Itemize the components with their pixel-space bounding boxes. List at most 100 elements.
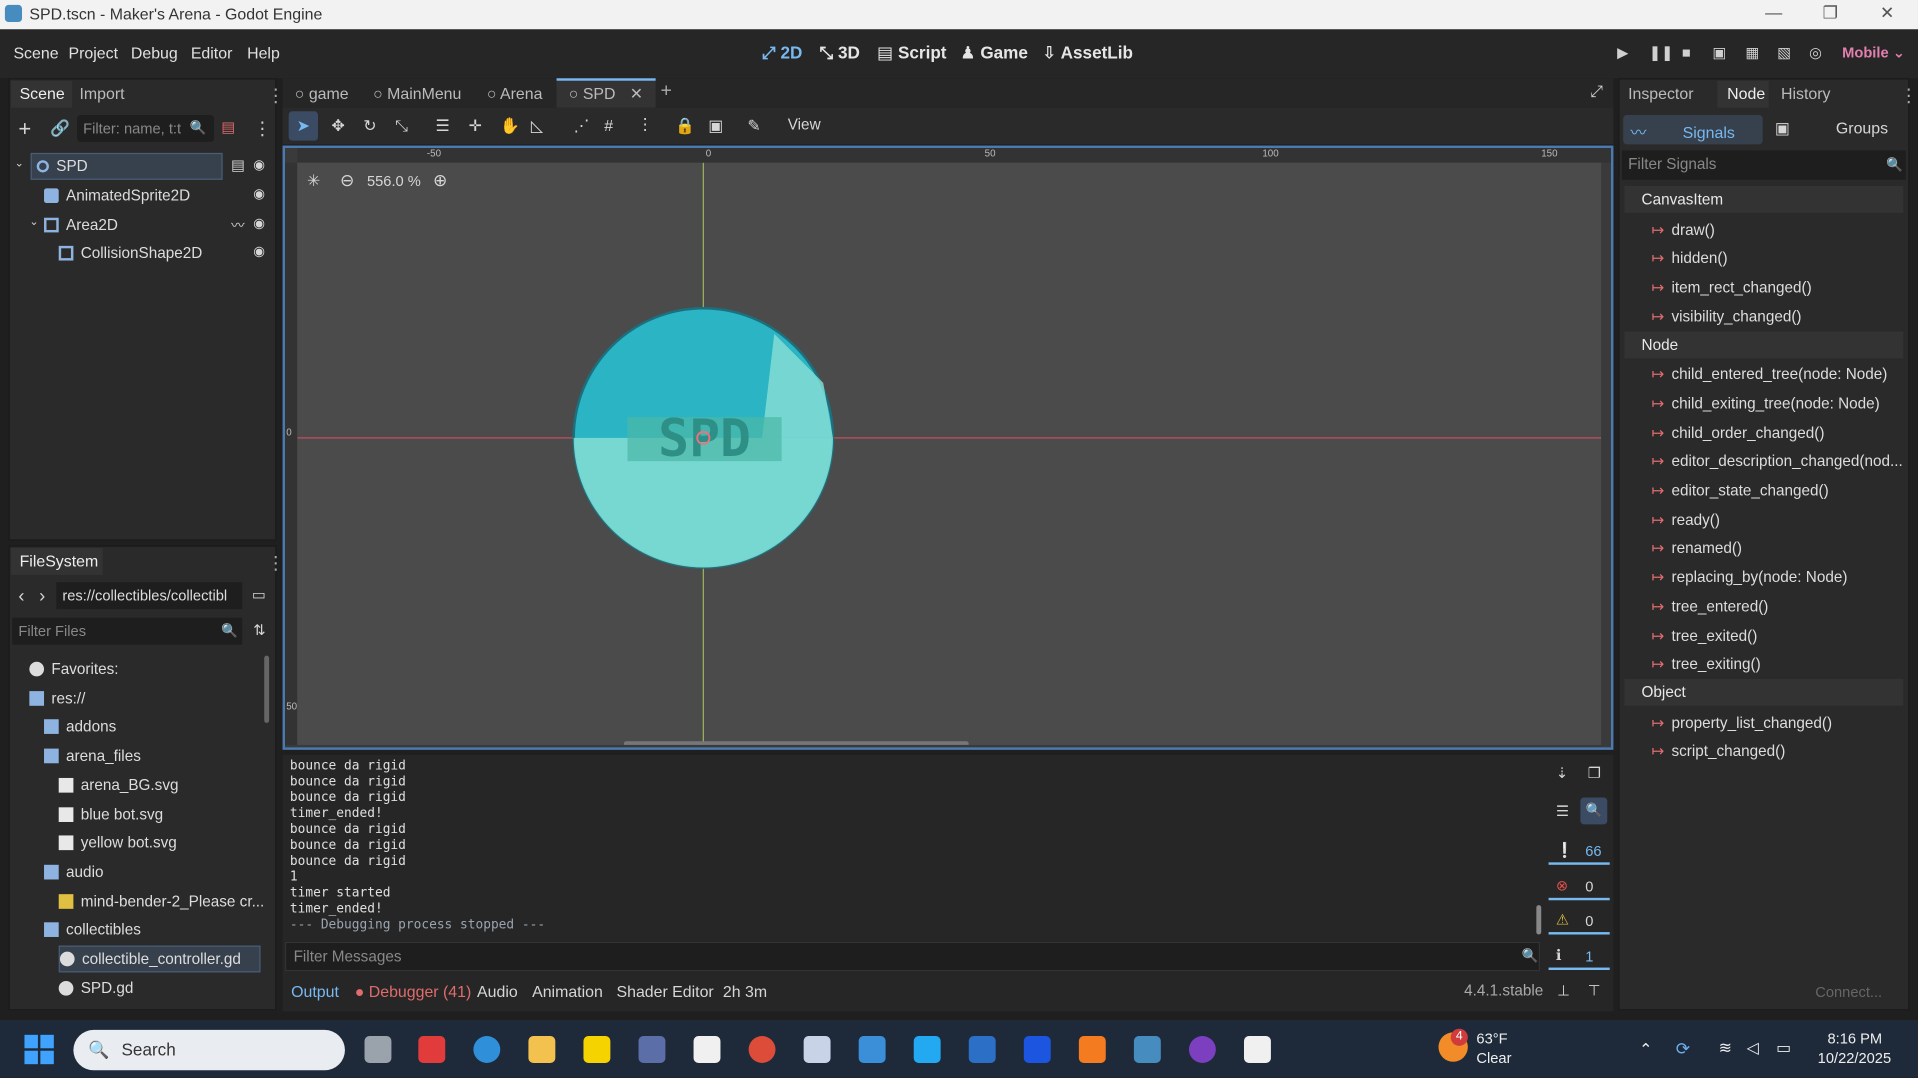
tab-mainmenu[interactable]: ○ MainMenu bbox=[373, 84, 461, 102]
snap-options-icon[interactable]: ⋮ bbox=[637, 115, 653, 135]
filter-info-toggle[interactable]: ℹ1 bbox=[1548, 943, 1610, 970]
edge-icon[interactable] bbox=[473, 1036, 501, 1063]
signals-tab[interactable]: 〰 Signals bbox=[1623, 114, 1763, 145]
clear-output-icon[interactable]: ❐ bbox=[1588, 765, 1601, 782]
workspace-script[interactable]: ▤ Script bbox=[877, 43, 946, 64]
output-scrollbar[interactable] bbox=[1536, 905, 1542, 935]
tray-chevron-icon[interactable]: ⌃ bbox=[1639, 1040, 1652, 1060]
distraction-free-icon[interactable]: ⤢ bbox=[1590, 82, 1603, 102]
file-tree-item[interactable]: arena_files bbox=[44, 743, 141, 770]
layout-toggle-icon[interactable]: ▭ bbox=[252, 586, 266, 603]
scale-tool-icon[interactable]: ⤡ bbox=[395, 116, 408, 136]
copy-icon[interactable]: ⇣ bbox=[1556, 765, 1568, 782]
tab-game[interactable]: ○ game bbox=[295, 84, 349, 102]
sticky-notes-icon[interactable] bbox=[583, 1036, 611, 1063]
filter-errors-toggle[interactable]: ⊗ 0 bbox=[1548, 873, 1610, 901]
visibility-eye-icon[interactable]: ◉ bbox=[253, 215, 265, 232]
menu-project[interactable]: Project bbox=[68, 44, 118, 62]
ruler-tool-icon[interactable]: ◺ bbox=[531, 116, 543, 136]
signal-item[interactable]: ↦ tree_exited() bbox=[1651, 626, 1757, 644]
bottom-tab-output[interactable]: Output bbox=[291, 982, 339, 1000]
kicad-icon[interactable] bbox=[1023, 1036, 1051, 1063]
tree-node-animatedsprite2d[interactable]: AnimatedSprite2D bbox=[44, 182, 190, 209]
fusion-icon[interactable] bbox=[1078, 1036, 1106, 1063]
bottom-tab-animation[interactable]: Animation bbox=[532, 982, 603, 1000]
maximize-icon[interactable]: ❐ bbox=[1823, 2, 1838, 23]
play-icon[interactable]: ▶ bbox=[1617, 44, 1628, 61]
file-tree-item[interactable]: Favorites: bbox=[29, 656, 119, 683]
tree-node-collisionshape2d[interactable]: CollisionShape2D bbox=[58, 240, 202, 267]
view-menu[interactable]: View bbox=[788, 116, 821, 133]
add-node-icon[interactable]: + bbox=[18, 116, 31, 142]
file-tree-item[interactable]: mind-bender-2_Please cr... bbox=[58, 888, 265, 915]
zoom-out-icon[interactable]: ⊖ bbox=[340, 170, 354, 191]
play-custom-icon[interactable]: ▧ bbox=[1777, 44, 1791, 61]
link-icon[interactable]: 🔗 bbox=[50, 119, 70, 139]
close-window-icon[interactable]: ✕ bbox=[1880, 2, 1894, 23]
store-icon[interactable] bbox=[968, 1036, 996, 1063]
visibility-eye-icon[interactable]: ◉ bbox=[253, 243, 265, 260]
volume-icon[interactable]: ◁ bbox=[1747, 1038, 1759, 1058]
battery-icon[interactable]: ▭ bbox=[1776, 1038, 1791, 1058]
godot-taskbar-icon[interactable] bbox=[1133, 1036, 1161, 1063]
select-tool-icon[interactable]: ➤ bbox=[288, 111, 319, 141]
bottom-tab-audio[interactable]: Audio bbox=[477, 982, 518, 1000]
chevron-down-icon[interactable]: ⌄ bbox=[29, 215, 38, 228]
clock-date[interactable]: 10/22/2025 bbox=[1818, 1050, 1891, 1067]
connect-button[interactable]: Connect... bbox=[1815, 983, 1882, 1000]
wifi-icon[interactable]: ≋ bbox=[1719, 1038, 1732, 1058]
filter-files-input[interactable]: Filter Files bbox=[12, 617, 243, 645]
bone-tool-icon[interactable]: ✎ bbox=[747, 116, 760, 136]
signal-item[interactable]: ↦ editor_state_changed() bbox=[1651, 481, 1828, 499]
file-tree-item[interactable]: arena_BG.svg bbox=[58, 772, 178, 799]
notes-icon[interactable] bbox=[1243, 1036, 1271, 1063]
list-select-icon[interactable]: ☰ bbox=[435, 116, 449, 136]
file-explorer-icon[interactable] bbox=[528, 1036, 556, 1063]
forward-icon[interactable]: › bbox=[39, 586, 45, 607]
signal-class-header[interactable]: Object bbox=[1624, 678, 1904, 706]
bottom-tab-debugger[interactable]: ● Debugger (41) bbox=[355, 982, 472, 1000]
back-icon[interactable]: ‹ bbox=[18, 586, 24, 607]
signal-class-header[interactable]: CanvasItem bbox=[1624, 185, 1904, 213]
file-tree-item[interactable]: audio bbox=[44, 859, 103, 886]
filesystem-scrollbar[interactable] bbox=[264, 655, 270, 723]
visibility-eye-icon[interactable]: ◉ bbox=[253, 186, 265, 202]
signal-class-header[interactable]: Node bbox=[1624, 330, 1904, 358]
renderer-select[interactable]: Mobile ⌄ bbox=[1842, 44, 1905, 61]
tree-node-area2d[interactable]: Area2D bbox=[44, 212, 118, 239]
signal-item[interactable]: ↦ child_order_changed() bbox=[1651, 423, 1824, 441]
file-tree-item[interactable]: yellow bot.svg bbox=[58, 830, 177, 857]
tab-filesystem[interactable]: FileSystem bbox=[11, 547, 103, 575]
photos-icon[interactable] bbox=[693, 1036, 721, 1063]
vscode-icon[interactable] bbox=[913, 1036, 941, 1063]
stop-icon[interactable]: ■ bbox=[1682, 44, 1691, 61]
collapse-icon[interactable]: ☰ bbox=[1556, 802, 1569, 819]
grid-snap-icon[interactable]: # bbox=[604, 116, 613, 134]
signal-item[interactable]: ↦ renamed() bbox=[1651, 539, 1742, 557]
file-tree-item[interactable]: SPD.gd bbox=[58, 975, 133, 1002]
signal-item[interactable]: ↦ hidden() bbox=[1651, 249, 1727, 267]
toggle-search-icon[interactable]: 🔍 bbox=[1580, 797, 1608, 825]
tree-node-spd[interactable]: SPD bbox=[30, 152, 223, 180]
file-tree-item[interactable]: collectible_controller.gd bbox=[58, 945, 261, 973]
group-icon[interactable]: ▣ bbox=[708, 116, 723, 136]
sort-icon[interactable]: ⇅ bbox=[253, 621, 265, 638]
script-icon[interactable]: ▤ bbox=[231, 157, 245, 174]
tab-inspector[interactable]: Inspector bbox=[1628, 84, 1693, 102]
start-button[interactable] bbox=[24, 1034, 54, 1065]
weather-temp[interactable]: 63°F bbox=[1476, 1030, 1507, 1047]
file-tree-item[interactable]: blue bot.svg bbox=[58, 801, 163, 828]
weather-desc[interactable]: Clear bbox=[1476, 1050, 1511, 1067]
file-tree-item[interactable]: res:// bbox=[29, 685, 85, 712]
signal-item[interactable]: ↦ child_exiting_tree(node: Node) bbox=[1651, 394, 1879, 412]
pan-tool-icon[interactable]: ✋ bbox=[500, 116, 520, 136]
snipping-tool-icon[interactable] bbox=[803, 1036, 831, 1063]
filter-signals-input[interactable]: Filter Signals bbox=[1621, 150, 1906, 180]
zoom-in-icon[interactable]: ⊕ bbox=[433, 170, 447, 191]
workspace-2d[interactable]: ⤢ 2D bbox=[762, 43, 802, 64]
workspace-assetlib[interactable]: ⇩ AssetLib bbox=[1042, 43, 1133, 64]
signal-item[interactable]: ↦ script_changed() bbox=[1651, 742, 1785, 760]
chrome-icon[interactable] bbox=[748, 1036, 776, 1063]
signal-item[interactable]: ↦ property_list_changed() bbox=[1651, 713, 1832, 731]
remote-debug-icon[interactable]: ▣ bbox=[1712, 44, 1726, 61]
